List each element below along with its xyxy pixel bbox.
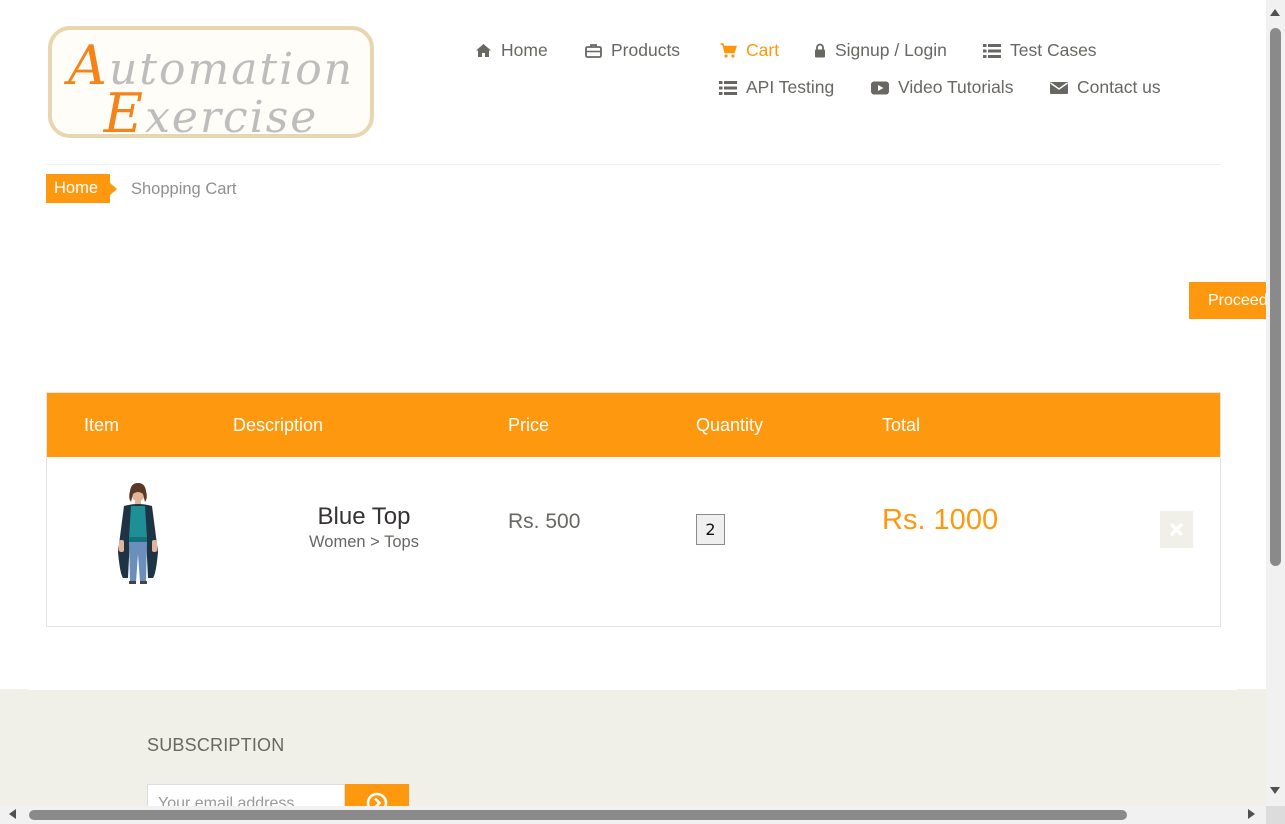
nav-test-cases[interactable]: Test Cases <box>983 40 1097 61</box>
proceed-to-checkout-button[interactable]: Proceed <box>1189 282 1266 319</box>
footer-divider <box>28 689 1238 690</box>
header-total: Total <box>882 415 921 435</box>
horizontal-scroll-thumb[interactable] <box>29 810 1127 820</box>
nav-label: API Testing <box>746 77 835 97</box>
logo-line-2-rest: xercise <box>145 92 319 143</box>
product-name[interactable]: Blue Top <box>300 503 428 531</box>
cart-icon <box>720 43 737 58</box>
header-description: Description <box>233 415 324 435</box>
product-category: Women > Tops <box>309 533 419 551</box>
lock-icon <box>815 43 825 58</box>
header-quantity: Quantity <box>696 415 764 435</box>
briefcase-icon <box>585 44 602 58</box>
breadcrumb-current: Shopping Cart <box>131 180 237 198</box>
close-icon <box>1170 523 1183 536</box>
scrollbar-corner <box>1266 806 1285 824</box>
vertical-scroll-thumb[interactable] <box>1270 28 1281 566</box>
envelope-icon <box>1050 81 1068 94</box>
list-icon <box>983 43 1001 58</box>
quantity-button[interactable]: 2 <box>696 514 725 545</box>
header-divider <box>46 164 1221 165</box>
product-photo <box>118 483 158 584</box>
nav-cart[interactable]: Cart <box>720 40 779 61</box>
nav-label: Contact us <box>1077 77 1161 97</box>
scroll-up-arrow-icon[interactable] <box>1270 9 1280 16</box>
nav-products[interactable]: Products <box>585 40 680 61</box>
product-price: Rs. 500 <box>508 510 581 533</box>
nav-contact-us[interactable]: Contact us <box>1050 77 1161 98</box>
nav-label: Products <box>611 40 681 60</box>
breadcrumb-home[interactable]: Home <box>46 174 117 203</box>
scroll-right-arrow-icon[interactable] <box>1248 809 1255 819</box>
home-icon <box>476 44 491 57</box>
logo-line-2: Exercise <box>103 82 319 145</box>
subscription-title: SUBSCRIPTION <box>147 735 285 755</box>
scroll-down-arrow-icon[interactable] <box>1270 787 1280 794</box>
nav-label: Home <box>501 40 548 60</box>
list-icon <box>719 80 737 95</box>
nav-video-tutorials[interactable]: Video Tutorials <box>871 77 1013 98</box>
delete-item-button[interactable] <box>1160 511 1193 548</box>
scroll-left-arrow-icon[interactable] <box>9 809 16 819</box>
nav-label: Video Tutorials <box>898 77 1014 97</box>
site-logo[interactable]: Automation Exercise <box>48 26 374 145</box>
cart-table-header <box>47 393 1220 457</box>
header-price: Price <box>508 415 550 435</box>
nav-label: Signup / Login <box>835 40 947 60</box>
product-total: Rs. 1000 <box>882 504 999 536</box>
nav-label: Test Cases <box>1010 40 1097 60</box>
nav-home[interactable]: Home <box>475 40 548 61</box>
youtube-play-icon <box>871 81 889 94</box>
header-item: Item <box>84 415 120 435</box>
nav-label: Cart <box>746 40 780 60</box>
product-image[interactable] <box>86 482 190 586</box>
nav-api-testing[interactable]: API Testing <box>719 77 834 98</box>
nav-signup-login[interactable]: Signup / Login <box>814 40 947 61</box>
